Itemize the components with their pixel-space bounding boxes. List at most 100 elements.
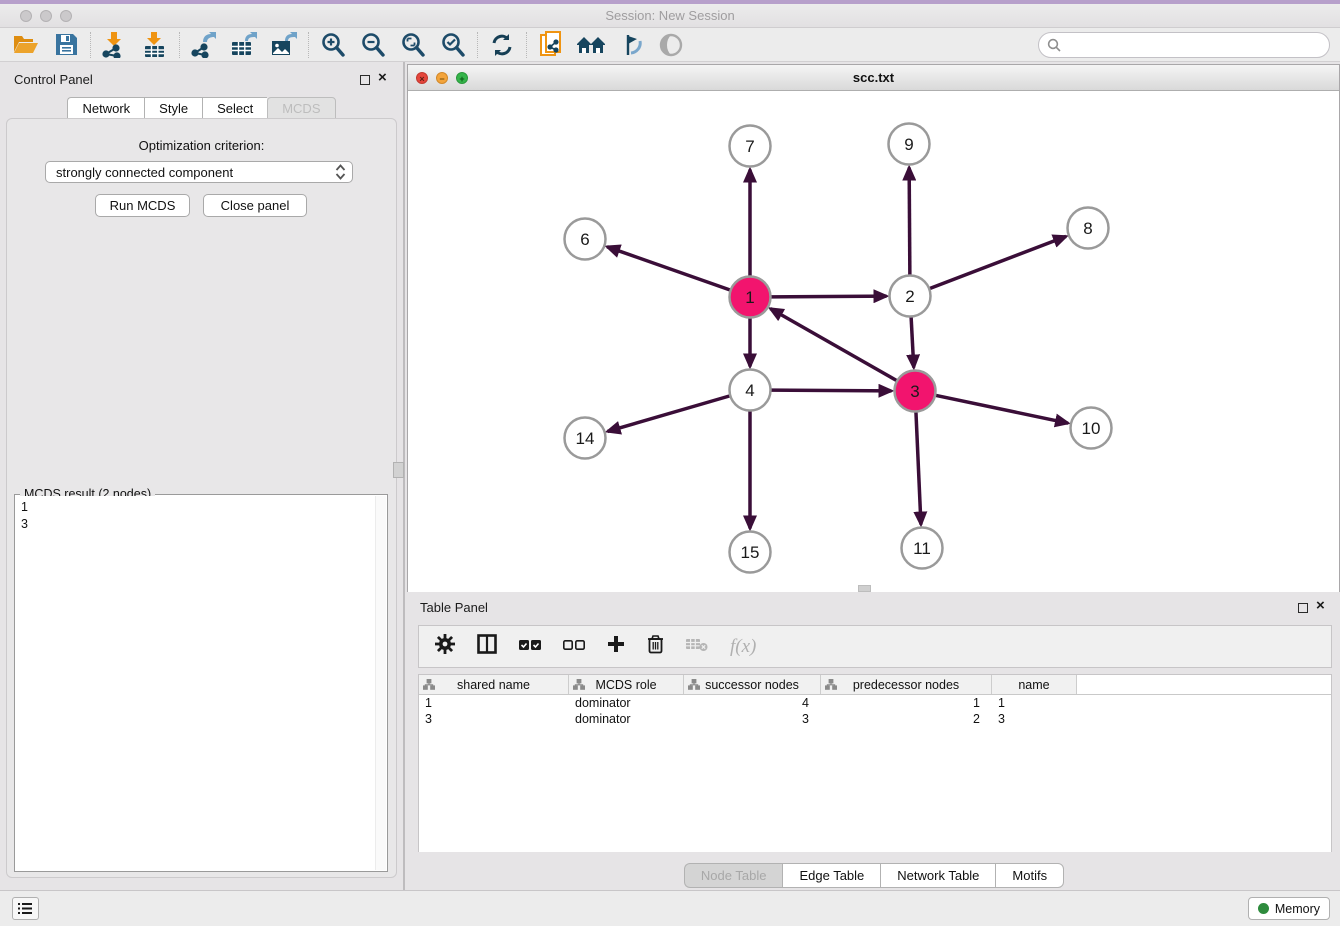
cell-predecessor-nodes[interactable]: 2 (821, 712, 992, 726)
svg-text:1: 1 (745, 288, 754, 307)
save-session-icon[interactable] (46, 30, 86, 60)
control-tab-style[interactable]: Style (144, 97, 202, 120)
column-header-name[interactable]: name (992, 675, 1077, 694)
open-session-icon[interactable] (6, 30, 46, 60)
graph-node-8[interactable]: 8 (1068, 208, 1109, 249)
control-panel-float-icon[interactable] (360, 75, 370, 85)
mcds-result-text[interactable]: 1 3 (16, 496, 375, 870)
column-header-predecessor-nodes[interactable]: predecessor nodes (821, 675, 992, 694)
zoom-in-icon[interactable] (313, 30, 353, 60)
network-graph[interactable]: 7 9 6 8 1 2 4 3 14 10 15 11 (408, 91, 1339, 592)
edge-3-11[interactable] (916, 412, 921, 524)
list-icon (18, 902, 33, 915)
network-search-box[interactable] (1038, 32, 1330, 58)
task-history-button[interactable] (12, 897, 39, 920)
criterion-dropdown[interactable]: strongly connected component (45, 161, 353, 183)
column-header-shared-name[interactable]: shared name (419, 675, 569, 694)
control-tab-select[interactable]: Select (202, 97, 267, 120)
duplicate-network-icon[interactable] (531, 30, 571, 60)
birdseye-view-icon (651, 30, 691, 60)
edge-2-8[interactable] (930, 236, 1066, 288)
toolbar-separator (477, 32, 478, 58)
zoom-fit-icon[interactable] (393, 30, 433, 60)
cell-name[interactable]: 3 (992, 712, 1077, 726)
edge-2-3[interactable] (911, 317, 914, 367)
add-column-icon[interactable] (607, 635, 625, 658)
network-canvas[interactable]: 7 9 6 8 1 2 4 3 14 10 15 11 (408, 91, 1339, 592)
refresh-layout-icon[interactable] (482, 30, 522, 60)
column-header-successor-nodes[interactable]: successor nodes (684, 675, 821, 694)
export-image-icon[interactable] (264, 30, 304, 60)
cell-shared-name[interactable]: 1 (419, 696, 569, 710)
memory-label: Memory (1275, 902, 1320, 916)
edge-4-14[interactable] (608, 396, 730, 431)
table-panel-float-icon[interactable] (1298, 603, 1308, 613)
svg-text:11: 11 (913, 539, 931, 558)
cell-successor-nodes[interactable]: 3 (684, 712, 821, 726)
graph-node-15[interactable]: 15 (730, 532, 771, 573)
control-tab-mcds[interactable]: MCDS (267, 97, 335, 120)
edge-4-3[interactable] (771, 390, 891, 391)
home-layouts-icon[interactable] (571, 30, 611, 60)
table-tab-edge-table[interactable]: Edge Table (782, 863, 880, 888)
graph-node-11[interactable]: 11 (902, 528, 943, 569)
edge-1-2[interactable] (771, 296, 886, 297)
export-table-icon[interactable] (224, 30, 264, 60)
table-panel-title: Table Panel (420, 600, 488, 615)
zoom-selected-icon[interactable] (433, 30, 473, 60)
table-tab-node-table[interactable]: Node Table (684, 863, 783, 888)
network-resize-handle[interactable] (858, 585, 871, 592)
graph-node-6[interactable]: 6 (565, 219, 606, 260)
column-header-MCDS-role[interactable]: MCDS role (569, 675, 684, 694)
network-window-titlebar[interactable]: × − + scc.txt (408, 65, 1339, 91)
node-table[interactable]: shared nameMCDS rolesuccessor nodesprede… (418, 674, 1332, 852)
search-input[interactable] (1062, 35, 1329, 55)
graph-node-10[interactable]: 10 (1071, 408, 1112, 449)
edge-1-6[interactable] (607, 247, 730, 290)
graph-node-3[interactable]: 3 (895, 371, 936, 412)
edge-3-10[interactable] (936, 395, 1068, 423)
graph-node-9[interactable]: 9 (889, 124, 930, 165)
select-all-checkboxes-icon[interactable] (519, 638, 541, 656)
result-scrollbar[interactable] (375, 496, 386, 870)
network-view-window: × − + scc.txt 7 9 6 8 1 2 4 3 14 10 15 11 (407, 64, 1340, 592)
column-management-icon[interactable] (477, 634, 497, 659)
table-tab-motifs[interactable]: Motifs (995, 863, 1064, 888)
table-tab-network-table[interactable]: Network Table (880, 863, 995, 888)
svg-text:4: 4 (745, 381, 754, 400)
main-toolbar (0, 28, 1340, 62)
app-window-title: Session: New Session (0, 8, 1340, 23)
edge-3-1[interactable] (770, 309, 896, 381)
graph-node-4[interactable]: 4 (730, 370, 771, 411)
svg-text:2: 2 (905, 287, 914, 306)
memory-button[interactable]: Memory (1248, 897, 1330, 920)
table-row-2[interactable]: 3dominator323 (419, 711, 1331, 727)
graph-node-7[interactable]: 7 (730, 126, 771, 167)
close-panel-button[interactable]: Close panel (203, 194, 307, 217)
cell-MCDS-role[interactable]: dominator (569, 712, 684, 726)
cell-MCDS-role[interactable]: dominator (569, 696, 684, 710)
run-mcds-button[interactable]: Run MCDS (95, 194, 190, 217)
cell-shared-name[interactable]: 3 (419, 712, 569, 726)
graph-node-14[interactable]: 14 (565, 418, 606, 459)
settings-gear-icon[interactable] (435, 634, 455, 659)
control-tab-network[interactable]: Network (67, 97, 144, 120)
table-row-1[interactable]: 1dominator411 (419, 695, 1331, 711)
import-network-icon[interactable] (95, 30, 135, 60)
delete-column-icon[interactable] (647, 634, 664, 659)
import-table-icon[interactable] (135, 30, 175, 60)
export-network-icon[interactable] (184, 30, 224, 60)
hide-details-icon[interactable] (611, 30, 651, 60)
cell-name[interactable]: 1 (992, 696, 1077, 710)
control-panel-close-icon[interactable]: × (378, 69, 387, 86)
graph-node-1[interactable]: 1 (730, 277, 771, 318)
cell-predecessor-nodes[interactable]: 1 (821, 696, 992, 710)
zoom-out-icon[interactable] (353, 30, 393, 60)
mcds-panel: Optimization criterion: strongly connect… (6, 118, 397, 878)
graph-node-2[interactable]: 2 (890, 276, 931, 317)
edge-2-9[interactable] (909, 167, 910, 274)
table-panel-close-icon[interactable]: × (1316, 597, 1325, 614)
cell-successor-nodes[interactable]: 4 (684, 696, 821, 710)
splitter-handle[interactable] (393, 462, 404, 478)
deselect-all-checkboxes-icon[interactable] (563, 638, 585, 656)
